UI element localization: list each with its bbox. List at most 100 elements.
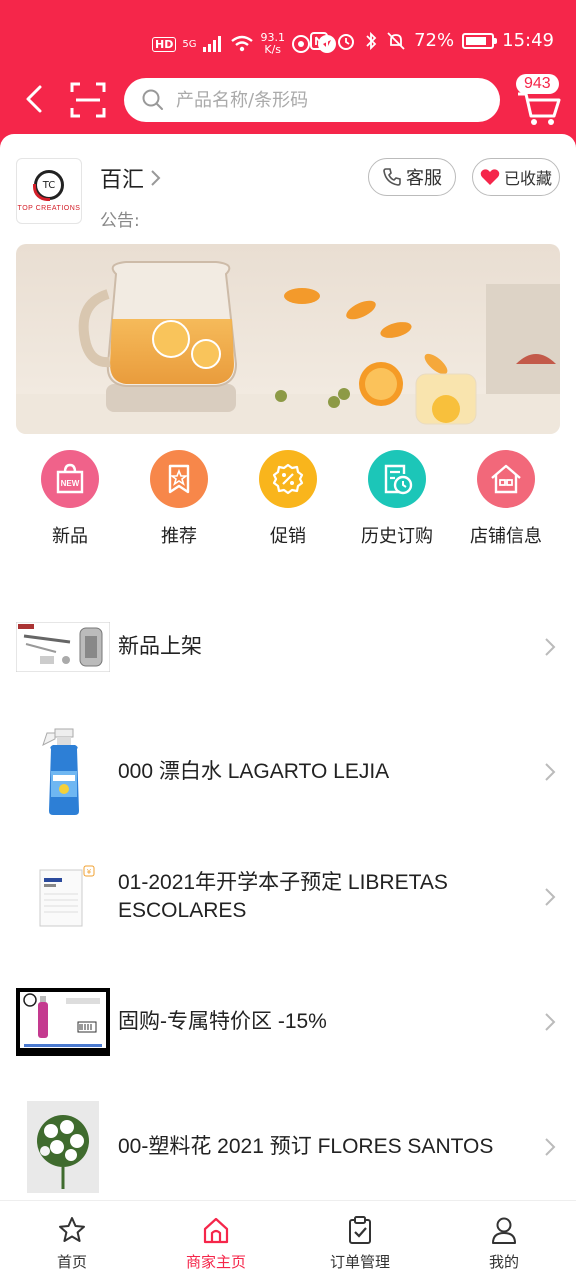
nfc-icon <box>310 31 329 50</box>
banner-kettle-image <box>16 244 560 434</box>
battery-percent: 72% <box>414 30 455 51</box>
tab-label: 我的 <box>488 1253 519 1271</box>
category-store-info[interactable]: 店铺信息 <box>452 450 560 550</box>
chevron-right-icon <box>545 1137 556 1156</box>
scan-icon[interactable] <box>70 82 106 118</box>
logo-mark-text: TC <box>42 179 56 191</box>
list-item[interactable]: 000 漂白水 LAGARTO LEJIA <box>0 709 576 834</box>
alarm-icon <box>338 33 355 50</box>
signal-icon <box>203 36 222 52</box>
category-shortcuts: NEW 新品 推荐 促销 历史订购 店铺信息 <box>16 450 560 550</box>
chevron-right-icon <box>545 637 556 656</box>
speed-unit: K/s <box>264 43 282 56</box>
battery-icon <box>462 32 498 49</box>
promotion-icon <box>259 450 317 508</box>
logo-text: TOP CREATIONS <box>17 205 81 212</box>
product-thumbnail <box>16 987 110 1056</box>
mute-icon <box>387 31 405 50</box>
status-right: 72% 15:49 <box>310 30 554 51</box>
product-thumbnail <box>16 725 110 819</box>
star-icon <box>59 1217 85 1242</box>
tab-home[interactable]: 首页 <box>0 1201 144 1280</box>
search-input[interactable] <box>176 89 476 111</box>
favorite-label: 已收藏 <box>503 169 552 188</box>
product-thumbnail <box>16 1100 110 1194</box>
history-icon <box>368 450 426 508</box>
store-name[interactable]: 百汇 <box>100 162 162 194</box>
vpn-icon <box>291 35 310 53</box>
chevron-right-icon <box>151 170 161 186</box>
network-speed: 93.1 K/s <box>260 32 285 56</box>
status-bar: HD 5G 93.1 K/s 72% 15:49 <box>0 28 576 60</box>
cart-count-badge: 943 <box>516 74 559 94</box>
store-info-icon <box>477 450 535 508</box>
bluetooth-icon <box>366 31 377 50</box>
promo-banner[interactable] <box>16 244 560 434</box>
svg-text:NEW: NEW <box>61 479 80 488</box>
chevron-right-icon <box>545 762 556 781</box>
svg-text:¥: ¥ <box>87 868 92 876</box>
category-promotion[interactable]: 促销 <box>234 450 342 550</box>
bleach-bottle-image <box>42 728 79 815</box>
product-group-title: 新品上架 <box>118 634 202 658</box>
phone-icon <box>383 168 401 186</box>
tab-store-home[interactable]: 商家主页 <box>144 1201 288 1280</box>
tab-orders[interactable]: 订单管理 <box>288 1201 432 1280</box>
tools-image <box>16 621 110 672</box>
tab-label: 订单管理 <box>329 1253 390 1271</box>
category-recommend[interactable]: 推荐 <box>125 450 233 550</box>
tab-label: 首页 <box>56 1253 87 1271</box>
category-history[interactable]: 历史订购 <box>343 450 451 550</box>
category-new[interactable]: NEW 新品 <box>16 450 124 550</box>
hd-badge: HD <box>152 36 177 52</box>
recommend-icon <box>150 450 208 508</box>
store-info-row: TC TOP CREATIONS 百汇 公告: 客服 已收藏 <box>16 158 560 231</box>
back-arrow-icon[interactable] <box>20 84 50 114</box>
tab-profile[interactable]: 我的 <box>432 1201 576 1280</box>
store-name-text: 百汇 <box>100 168 145 193</box>
list-item[interactable]: 00-塑料花 2021 预订 FLORES SANTOS <box>0 1084 576 1209</box>
product-group-title: 01-2021年开学本子预定 LIBRETAS ESCOLARES <box>118 870 448 922</box>
product-thumbnail: ¥ <box>16 850 110 944</box>
special-offer-image <box>16 987 110 1056</box>
home-icon <box>203 1217 229 1244</box>
product-group-title: 000 漂白水 LAGARTO LEJIA <box>118 759 390 783</box>
user-icon <box>492 1217 516 1244</box>
category-label: 促销 <box>270 526 306 547</box>
search-icon <box>142 89 163 110</box>
list-item[interactable]: 新品上架 <box>0 584 576 709</box>
product-thumbnail <box>16 621 110 672</box>
category-label: 推荐 <box>161 526 197 547</box>
heart-icon <box>480 169 500 185</box>
product-group-list: 新品上架 000 漂白水 LAGARTO LEJIA ¥ 01-2021年开学本… <box>0 584 576 1209</box>
header: HD 5G 93.1 K/s 72% 15:49 产品名称/条形码 943 <box>0 0 576 150</box>
product-group-title: 00-塑料花 2021 预订 FLORES SANTOS <box>118 1134 494 1158</box>
cart-button[interactable]: 943 <box>512 74 568 126</box>
list-item[interactable]: 固购-专属特价区 -15% <box>0 959 576 1084</box>
store-logo[interactable]: TC TOP CREATIONS <box>16 158 82 224</box>
logo-mark: TC <box>33 170 64 201</box>
category-label: 历史订购 <box>361 526 433 547</box>
list-item[interactable]: ¥ 01-2021年开学本子预定 LIBRETAS ESCOLARES <box>0 834 576 959</box>
notebook-image: ¥ <box>39 865 95 926</box>
search-bar[interactable] <box>124 78 500 122</box>
bottom-tab-bar: 首页 商家主页 订单管理 我的 <box>0 1200 576 1280</box>
clock: 15:49 <box>502 30 554 51</box>
chevron-right-icon <box>545 1012 556 1031</box>
category-label: 新品 <box>52 526 88 547</box>
favorite-button[interactable]: 已收藏 <box>472 158 560 196</box>
category-label: 店铺信息 <box>470 526 542 547</box>
notice-label: 公告: <box>100 211 140 231</box>
network-label: 5G <box>182 38 197 50</box>
clipboard-check-icon <box>349 1216 371 1244</box>
product-group-title: 固购-专属特价区 -15% <box>118 1009 327 1033</box>
customer-service-button[interactable]: 客服 <box>368 158 456 196</box>
store-page: TC TOP CREATIONS 百汇 公告: 客服 已收藏 NEW 新品 推荐… <box>0 134 576 1200</box>
chevron-right-icon <box>545 887 556 906</box>
customer-service-label: 客服 <box>406 168 442 189</box>
artificial-flowers-image <box>27 1100 99 1193</box>
top-nav: 943 <box>0 72 576 128</box>
wifi-icon <box>231 35 254 52</box>
new-icon: NEW <box>41 450 99 508</box>
tab-label: 商家主页 <box>185 1253 246 1271</box>
